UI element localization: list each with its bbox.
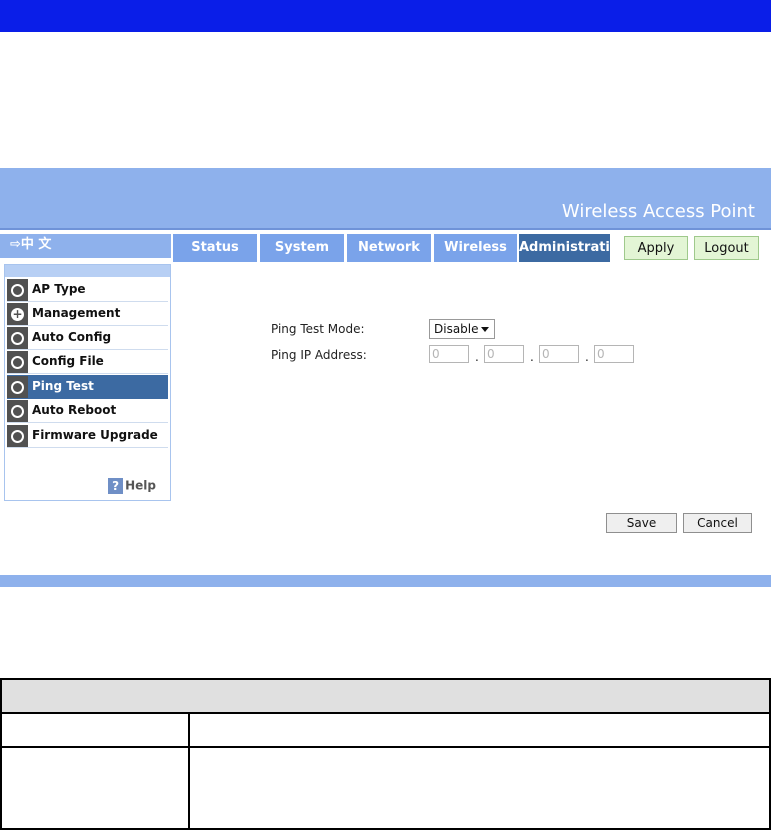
top-band	[0, 0, 771, 32]
chevron-down-icon	[481, 327, 489, 332]
ip-octet-2-input[interactable]: 0	[484, 345, 524, 363]
sidebar-item-label: AP Type	[32, 282, 86, 296]
cancel-button[interactable]: Cancel	[683, 513, 752, 533]
sidebar-item-label: Firmware Upgrade	[32, 428, 158, 442]
ip-separator: .	[530, 350, 534, 364]
header-banner: Wireless Access Point	[0, 168, 771, 230]
table-row	[0, 712, 771, 748]
ping-ip-label: Ping IP Address:	[271, 348, 367, 362]
apply-button[interactable]: Apply	[624, 236, 688, 260]
admin-frame: Wireless Access Point ⇨中 文 Status System…	[0, 168, 771, 587]
ip-separator: .	[585, 350, 589, 364]
circle-icon	[7, 425, 28, 447]
circle-icon	[7, 351, 28, 373]
circle-icon	[7, 279, 28, 301]
tab-status[interactable]: Status	[173, 234, 257, 262]
sidebar-item-auto-config[interactable]: Auto Config	[7, 326, 168, 350]
table-cell	[0, 712, 190, 748]
document-table	[0, 678, 771, 830]
table-cell	[0, 746, 190, 830]
tab-system[interactable]: System	[260, 234, 344, 262]
tab-administration[interactable]: Administration	[519, 234, 628, 262]
table-header-cell	[0, 678, 771, 714]
language-switch[interactable]: ⇨中 文	[0, 234, 171, 258]
table-cell	[188, 746, 771, 830]
sidebar-item-config-file[interactable]: Config File	[7, 350, 168, 374]
tab-wireless[interactable]: Wireless	[434, 234, 517, 262]
table-cell	[188, 712, 771, 748]
ip-octet-3-input[interactable]: 0	[539, 345, 579, 363]
ping-mode-label: Ping Test Mode:	[271, 322, 365, 336]
sidebar-item-label: Management	[32, 306, 121, 320]
header-title: Wireless Access Point	[561, 201, 755, 222]
header-divider	[0, 228, 771, 230]
sidebar-strip	[5, 265, 170, 277]
ping-mode-select[interactable]: Disable	[429, 319, 495, 339]
table-row	[0, 746, 771, 830]
ip-octet-1-input[interactable]: 0	[429, 345, 469, 363]
table-header-row	[0, 678, 771, 714]
sidebar-item-ping-test[interactable]: Ping Test	[7, 375, 168, 399]
help-link[interactable]: ? Help	[108, 478, 156, 494]
plus-icon: +	[7, 303, 28, 325]
sidebar-item-ap-type[interactable]: AP Type	[7, 278, 168, 302]
sidebar-item-label: Auto Reboot	[32, 403, 117, 417]
help-label: Help	[125, 478, 156, 493]
sidebar-item-label: Ping Test	[32, 379, 94, 393]
circle-icon	[7, 400, 28, 422]
ip-octet-4-input[interactable]: 0	[594, 345, 634, 363]
sidebar-item-management[interactable]: + Management	[7, 302, 168, 326]
circle-icon	[7, 327, 28, 349]
ping-mode-value: Disable	[434, 322, 479, 336]
sidebar-item-firmware-upgrade[interactable]: Firmware Upgrade	[7, 424, 168, 448]
ip-separator: .	[475, 350, 479, 364]
sidebar: AP Type + Management Auto Config Config …	[4, 264, 171, 501]
logout-button[interactable]: Logout	[694, 236, 759, 260]
tab-network[interactable]: Network	[347, 234, 431, 262]
sidebar-item-label: Auto Config	[32, 330, 112, 344]
circle-icon	[7, 376, 28, 398]
footer-bar	[0, 575, 771, 587]
help-icon: ?	[108, 478, 124, 494]
sidebar-item-auto-reboot[interactable]: Auto Reboot	[7, 399, 168, 423]
save-button[interactable]: Save	[606, 513, 677, 533]
sidebar-item-label: Config File	[32, 354, 104, 368]
